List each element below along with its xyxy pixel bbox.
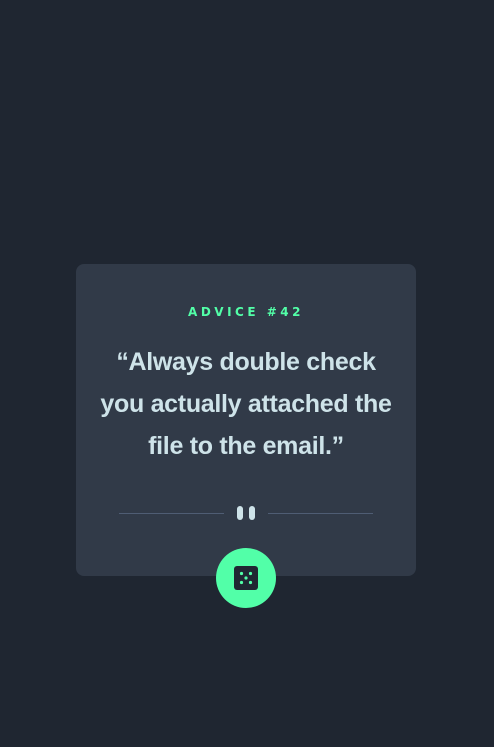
advice-number: ADVICE #42: [188, 305, 304, 319]
new-advice-button[interactable]: [216, 548, 276, 608]
advice-quote: “Always double check you actually attach…: [100, 348, 392, 460]
pause-bar-left: [237, 506, 243, 520]
pause-icon: [237, 506, 257, 520]
pause-bar-right: [249, 506, 255, 520]
divider-line-left: [119, 513, 224, 514]
divider-line-right: [268, 513, 373, 514]
pattern-divider: [119, 503, 373, 523]
advice-card: ADVICE #42 “Always double check you actu…: [76, 264, 416, 576]
dice-icon: [234, 566, 258, 590]
